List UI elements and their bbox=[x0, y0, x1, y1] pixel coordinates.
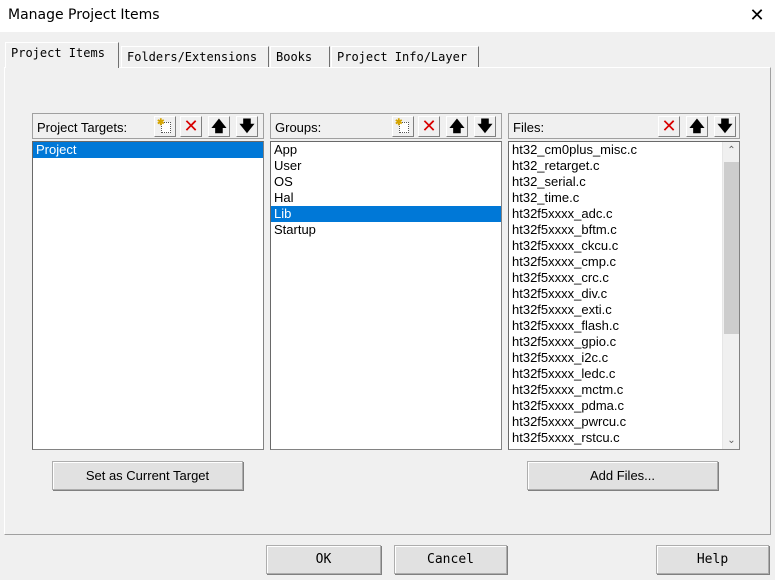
move-down-arrow-icon: 🡇 bbox=[717, 117, 733, 135]
project-targets-listbox[interactable]: Project bbox=[32, 141, 264, 450]
list-item[interactable]: ht32f5xxxx_flash.c bbox=[509, 318, 739, 334]
new-item-icon: ✱ bbox=[157, 117, 172, 134]
list-item[interactable]: ht32f5xxxx_div.c bbox=[509, 286, 739, 302]
list-item[interactable]: ht32f5xxxx_cmp.c bbox=[509, 254, 739, 270]
delete-x-icon: ✕ bbox=[421, 115, 437, 137]
tab-label: Folders/Extensions bbox=[127, 50, 258, 64]
scroll-thumb[interactable] bbox=[724, 162, 739, 334]
move-down-arrow-icon: 🡇 bbox=[477, 117, 493, 135]
chevron-down-icon: ⌄ bbox=[727, 435, 736, 446]
chevron-up-icon: ⌃ bbox=[727, 145, 736, 156]
new-item-icon: ✱ bbox=[395, 117, 410, 134]
files-listbox[interactable]: ht32_cm0plus_misc.c ht32_retarget.c ht32_s… bbox=[508, 141, 740, 450]
groups-header: Groups: ✱ ✕ 🡅 🡇 bbox=[270, 113, 502, 139]
list-item[interactable]: Startup bbox=[271, 222, 501, 238]
dialog-client-area: Project Items Folders/Extensions Books P… bbox=[0, 32, 775, 580]
delete-group-button[interactable]: ✕ bbox=[418, 116, 440, 137]
files-list: ht32_cm0plus_misc.c ht32_retarget.c ht32_s… bbox=[509, 142, 739, 446]
project-targets-header: Project Targets: ✱ ✕ 🡅 🡇 bbox=[32, 113, 264, 139]
delete-target-button[interactable]: ✕ bbox=[180, 116, 202, 137]
tab-label: Books bbox=[276, 50, 313, 64]
list-item[interactable]: ht32f5xxxx_crc.c bbox=[509, 270, 739, 286]
tab-label: Project Info/Layer bbox=[337, 50, 468, 64]
tab-books[interactable]: Books bbox=[270, 46, 330, 68]
move-file-down-button[interactable]: 🡇 bbox=[714, 116, 736, 137]
delete-file-button[interactable]: ✕ bbox=[658, 116, 680, 137]
scroll-up-button[interactable]: ⌃ bbox=[723, 142, 739, 159]
set-as-current-target-button[interactable]: Set as Current Target bbox=[52, 461, 243, 490]
move-up-arrow-icon: 🡅 bbox=[449, 117, 465, 135]
files-label: Files: bbox=[513, 120, 545, 135]
button-label: Add Files... bbox=[589, 468, 656, 483]
list-item[interactable]: User bbox=[271, 158, 501, 174]
list-item[interactable]: ht32_time.c bbox=[509, 190, 739, 206]
tab-project-info-layer[interactable]: Project Info/Layer bbox=[331, 46, 479, 68]
button-label: Cancel bbox=[427, 552, 474, 567]
list-item[interactable]: App bbox=[271, 142, 501, 158]
files-scrollbar[interactable]: ⌃ ⌄ bbox=[722, 142, 739, 449]
move-group-down-button[interactable]: 🡇 bbox=[474, 116, 496, 137]
tab-label: Project Items bbox=[11, 46, 105, 60]
scroll-down-button[interactable]: ⌄ bbox=[723, 432, 739, 449]
list-item[interactable]: ht32f5xxxx_pwrcu.c bbox=[509, 414, 739, 430]
close-button[interactable]: ✕ bbox=[745, 4, 769, 28]
list-item[interactable]: ht32f5xxxx_rstcu.c bbox=[509, 430, 739, 446]
tab-folders-extensions[interactable]: Folders/Extensions bbox=[121, 46, 269, 68]
button-label: Help bbox=[696, 552, 729, 567]
cancel-button[interactable]: Cancel bbox=[394, 545, 507, 574]
list-item[interactable]: Hal bbox=[271, 190, 501, 206]
list-item[interactable]: ht32f5xxxx_mctm.c bbox=[509, 382, 739, 398]
tab-project-items[interactable]: Project Items bbox=[5, 42, 119, 68]
delete-x-icon: ✕ bbox=[183, 115, 199, 137]
new-target-button[interactable]: ✱ bbox=[154, 116, 176, 137]
move-group-up-button[interactable]: 🡅 bbox=[446, 116, 468, 137]
list-item[interactable]: ht32f5xxxx_pdma.c bbox=[509, 398, 739, 414]
delete-x-icon: ✕ bbox=[661, 115, 677, 137]
move-target-up-button[interactable]: 🡅 bbox=[208, 116, 230, 137]
list-item[interactable]: ht32f5xxxx_exti.c bbox=[509, 302, 739, 318]
list-item[interactable]: ht32f5xxxx_i2c.c bbox=[509, 350, 739, 366]
move-up-arrow-icon: 🡅 bbox=[211, 117, 227, 135]
move-target-down-button[interactable]: 🡇 bbox=[236, 116, 258, 137]
list-item[interactable]: ht32_serial.c bbox=[509, 174, 739, 190]
list-item[interactable]: Project bbox=[33, 142, 263, 158]
list-item[interactable]: ht32f5xxxx_ckcu.c bbox=[509, 238, 739, 254]
files-header: Files: ✕ 🡅 🡇 bbox=[508, 113, 740, 139]
ok-button[interactable]: OK bbox=[266, 545, 381, 574]
list-item[interactable]: ht32_retarget.c bbox=[509, 158, 739, 174]
list-item[interactable]: ht32f5xxxx_gpio.c bbox=[509, 334, 739, 350]
list-item[interactable]: Lib bbox=[271, 206, 501, 222]
button-label: Set as Current Target bbox=[85, 468, 210, 483]
list-item[interactable]: ht32f5xxxx_adc.c bbox=[509, 206, 739, 222]
list-item[interactable]: OS bbox=[271, 174, 501, 190]
groups-listbox[interactable]: App User OS Hal Lib Startup bbox=[270, 141, 502, 450]
move-file-up-button[interactable]: 🡅 bbox=[686, 116, 708, 137]
button-label: OK bbox=[315, 552, 332, 567]
list-item[interactable]: ht32f5xxxx_ledc.c bbox=[509, 366, 739, 382]
move-up-arrow-icon: 🡅 bbox=[689, 117, 705, 135]
help-button[interactable]: Help bbox=[656, 545, 769, 574]
list-item[interactable]: ht32f5xxxx_bftm.c bbox=[509, 222, 739, 238]
title-bar: Manage Project Items ✕ bbox=[0, 0, 775, 32]
new-group-button[interactable]: ✱ bbox=[392, 116, 414, 137]
groups-label: Groups: bbox=[275, 120, 322, 135]
list-item[interactable]: ht32_cm0plus_misc.c bbox=[509, 142, 739, 158]
window-title: Manage Project Items bbox=[8, 7, 160, 23]
project-targets-label: Project Targets: bbox=[37, 120, 128, 135]
move-down-arrow-icon: 🡇 bbox=[239, 117, 255, 135]
add-files-button[interactable]: Add Files... bbox=[527, 461, 718, 490]
close-icon: ✕ bbox=[749, 5, 765, 26]
